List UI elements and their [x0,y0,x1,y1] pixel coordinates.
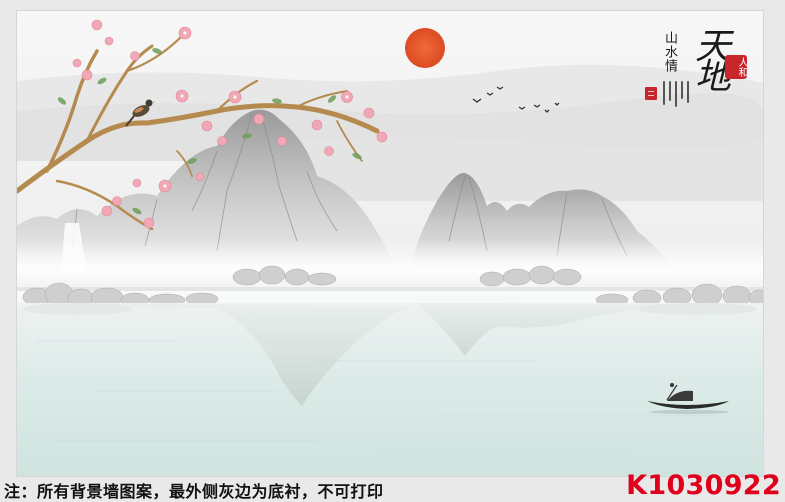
calligraphy-small: 山水情 [662,31,677,73]
wallpaper-artwork: 山水情 天地 人和 [16,10,764,477]
calligraphy-large: 天地 [689,27,730,87]
printing-note: 注：所有背景墙图案，最外侧灰边为底衬，不可打印 [4,482,384,501]
small-seal-stamp [645,87,657,100]
fine-script-inscription [661,81,701,111]
lake-water [17,303,763,476]
red-seal-stamp: 人和 [725,55,747,79]
product-code: K1030922 [626,470,781,501]
landscape-painting [17,11,763,476]
red-sun [405,28,445,68]
